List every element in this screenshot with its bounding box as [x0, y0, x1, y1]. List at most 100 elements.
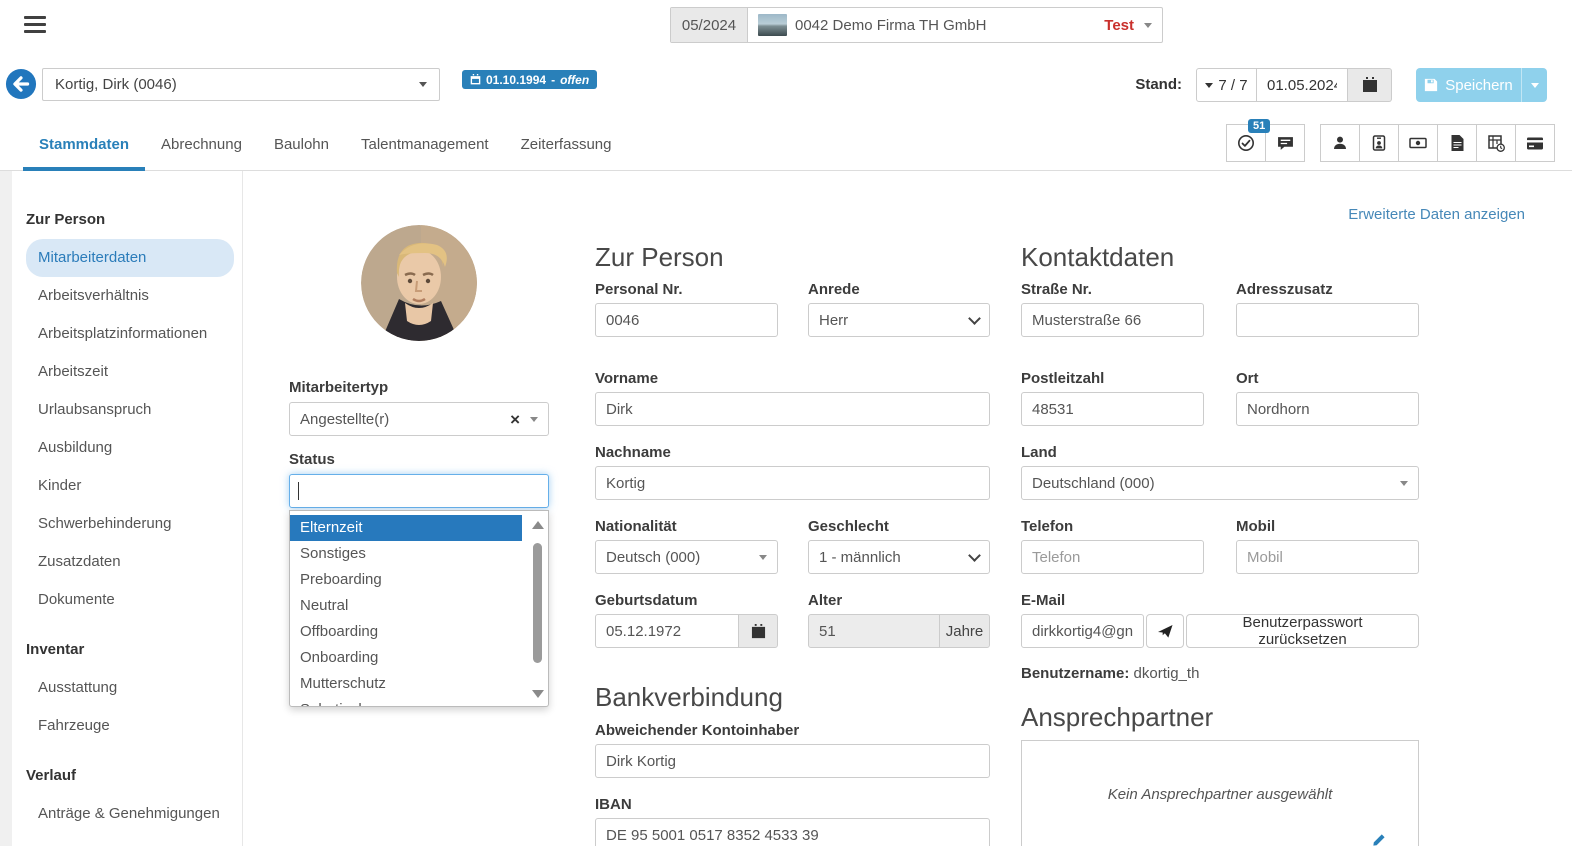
dropdown-scrollbar[interactable] [531, 517, 545, 702]
anrede-select[interactable]: Herr [808, 303, 990, 337]
sidebar-item-mitarbeiterdaten[interactable]: Mitarbeiterdaten [26, 239, 234, 277]
status-option-elternzeit[interactable]: Elternzeit [290, 515, 522, 541]
sidebar-header-zur-person: Zur Person [26, 201, 242, 239]
chevron-down-icon [1400, 481, 1408, 486]
ort-input[interactable] [1236, 392, 1419, 426]
sidebar-item-dokumente[interactable]: Dokumente [26, 581, 234, 619]
email-input[interactable] [1021, 614, 1144, 648]
sidebar-item-schwerbehinderung[interactable]: Schwerbehinderung [26, 505, 234, 543]
tab-stammdaten[interactable]: Stammdaten [23, 118, 145, 171]
clear-icon[interactable]: × [510, 411, 520, 428]
status-option-sabatical[interactable]: Sabatical [290, 697, 522, 707]
status-option-sonstiges[interactable]: Sonstiges [290, 541, 522, 567]
section-title-kontaktdaten: Kontaktdaten [1021, 242, 1174, 273]
employee-select-value: Kortig, Dirk (0046) [55, 76, 177, 93]
chevron-down-icon [1205, 83, 1213, 88]
personal-nr-label: Personal Nr. [595, 281, 683, 298]
chevron-down-icon [530, 417, 538, 422]
text-cursor [298, 482, 299, 500]
tab-talentmanagement[interactable]: Talentmanagement [345, 118, 505, 171]
sidebar-header-inventar: Inventar [26, 631, 242, 669]
sidebar: Zur Person Mitarbeiterdaten Arbeitsverhä… [12, 171, 243, 846]
sidebar-item-kinder[interactable]: Kinder [26, 467, 234, 505]
postleitzahl-label: Postleitzahl [1021, 370, 1104, 387]
check-circle-icon [1237, 134, 1255, 152]
status-option-offboarding[interactable]: Offboarding [290, 619, 522, 645]
money-button[interactable] [1398, 124, 1438, 162]
status-option-preboarding[interactable]: Preboarding [290, 567, 522, 593]
period-box[interactable]: 05/2024 [671, 8, 748, 42]
edit-ansprechpartner-button[interactable] [1371, 833, 1386, 846]
tab-zeiterfassung[interactable]: Zeiterfassung [505, 118, 628, 171]
mitarbeitertyp-select[interactable]: Angestellte(r) × [289, 402, 549, 436]
sidebar-item-arbeitszeit[interactable]: Arbeitszeit [26, 353, 234, 391]
iban-input[interactable] [595, 818, 990, 846]
employee-select[interactable]: Kortig, Dirk (0046) [42, 68, 440, 101]
anrede-label: Anrede [808, 281, 860, 298]
sidebar-item-ausstattung[interactable]: Ausstattung [26, 669, 234, 707]
credit-card-button[interactable] [1515, 124, 1555, 162]
section-title-bankverbindung: Bankverbindung [595, 682, 783, 713]
geschlecht-select[interactable]: 1 - männlich [808, 540, 990, 574]
status-dropdown: Elternzeit Sonstiges Preboarding Neutral… [289, 510, 549, 707]
save-button[interactable]: Speichern [1416, 68, 1547, 102]
sidebar-item-ausbildung[interactable]: Ausbildung [26, 429, 234, 467]
telefon-input[interactable] [1021, 540, 1204, 574]
stand-date-input[interactable] [1257, 68, 1348, 102]
document-button[interactable] [1437, 124, 1477, 162]
hamburger-menu-icon[interactable] [24, 16, 46, 35]
benutzername-line: Benutzername: dkortig_th [1021, 665, 1199, 682]
sidebar-item-zusatzdaten[interactable]: Zusatzdaten [26, 543, 234, 581]
ansprechpartner-empty-text: Kein Ansprechpartner ausgewählt [1022, 786, 1418, 803]
sidebar-item-arbeitsplatzinformationen[interactable]: Arbeitsplatzinformationen [26, 315, 234, 353]
strasse-input[interactable] [1021, 303, 1204, 337]
sidebar-item-urlaubsanspruch[interactable]: Urlaubsanspruch [26, 391, 234, 429]
scroll-up-icon[interactable] [532, 521, 544, 529]
tab-abrechnung[interactable]: Abrechnung [145, 118, 258, 171]
geschlecht-label: Geschlecht [808, 518, 889, 535]
sidebar-item-antraege-genehmigungen[interactable]: Anträge & Genehmigungen [26, 795, 234, 833]
back-button[interactable] [5, 68, 37, 100]
calendar-button[interactable] [1348, 68, 1392, 102]
sidebar-header-verlauf: Verlauf [26, 757, 242, 795]
land-select[interactable]: Deutschland (000) [1021, 466, 1419, 500]
left-gutter [0, 171, 12, 846]
postleitzahl-input[interactable] [1021, 392, 1204, 426]
version-value: 7 / 7 [1218, 77, 1247, 94]
sidebar-item-arbeitsverhaeltnis[interactable]: Arbeitsverhältnis [26, 277, 234, 315]
paper-plane-icon [1158, 624, 1173, 639]
version-select[interactable]: 7 / 7 [1196, 68, 1257, 102]
status-option-mutterschutz[interactable]: Mutterschutz [290, 671, 522, 697]
vorname-input[interactable] [595, 392, 990, 426]
company-selector[interactable]: 05/2024 0042 Demo Firma TH GmbH Test [670, 7, 1163, 43]
id-badge-button[interactable] [1359, 124, 1399, 162]
mobil-input[interactable] [1236, 540, 1419, 574]
billing-clock-button[interactable] [1476, 124, 1516, 162]
personal-nr-input[interactable] [595, 303, 778, 337]
send-email-button[interactable] [1146, 614, 1184, 648]
user-button[interactable] [1320, 124, 1360, 162]
money-icon [1409, 135, 1427, 151]
comments-button[interactable] [1265, 124, 1305, 162]
sidebar-item-fahrzeuge[interactable]: Fahrzeuge [26, 707, 234, 745]
email-label: E-Mail [1021, 592, 1065, 609]
kontoinhaber-label: Abweichender Kontoinhaber [595, 722, 799, 739]
nachname-input[interactable] [595, 466, 990, 500]
save-options-caret[interactable] [1521, 68, 1547, 102]
status-input[interactable] [289, 474, 549, 508]
geburtsdatum-calendar-button[interactable] [738, 614, 778, 648]
environment-badge[interactable]: Test [1104, 8, 1134, 42]
tab-baulohn[interactable]: Baulohn [258, 118, 345, 171]
nationalitaet-select[interactable]: Deutsch (000) [595, 540, 778, 574]
geburtsdatum-input[interactable] [595, 614, 739, 648]
kontoinhaber-input[interactable] [595, 744, 990, 778]
chevron-down-icon [759, 555, 767, 560]
scrollbar-thumb[interactable] [533, 543, 542, 663]
reset-password-button[interactable]: Benutzerpasswort zurücksetzen [1186, 614, 1419, 648]
status-option-onboarding[interactable]: Onboarding [290, 645, 522, 671]
chevron-down-icon [968, 312, 981, 325]
status-option-neutral[interactable]: Neutral [290, 593, 522, 619]
adresszusatz-input[interactable] [1236, 303, 1419, 337]
erweiterte-daten-link[interactable]: Erweiterte Daten anzeigen [1348, 206, 1525, 223]
scroll-down-icon[interactable] [532, 690, 544, 698]
